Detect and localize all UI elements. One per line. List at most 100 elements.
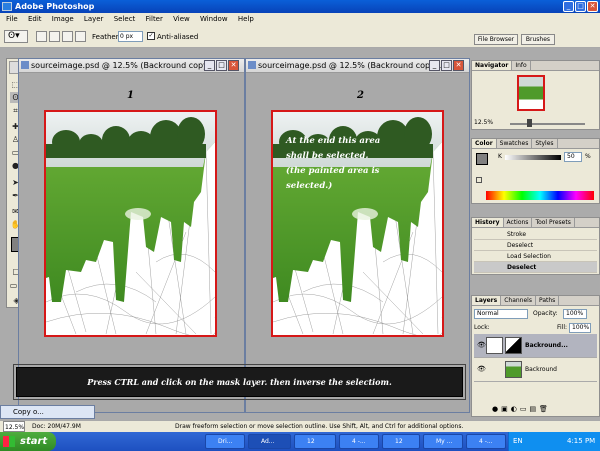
zoom-slider-thumb[interactable]	[527, 119, 532, 127]
annotation-line-4: selected.)	[286, 180, 332, 191]
layer-thumbnail	[505, 361, 522, 378]
color-tabs: Color Swatches Styles	[472, 139, 599, 149]
history-item[interactable]: Load Selection	[474, 251, 597, 262]
tab-paths[interactable]: Paths	[536, 296, 560, 305]
navigator-tabs: Navigator Info	[472, 61, 599, 71]
color-panel: Color Swatches Styles K 50 %	[471, 138, 600, 204]
tab-styles[interactable]: Styles	[532, 139, 558, 148]
app-title: Adobe Photoshop	[15, 2, 95, 11]
step-number-1: 1	[127, 90, 134, 101]
doc2-close-button[interactable]: ✕	[453, 60, 464, 71]
doc2-minimize-button[interactable]: _	[429, 60, 440, 71]
tab-actions[interactable]: Actions	[504, 218, 533, 227]
taskbar: start Dri... Ad... 12 4 -... 12 My ... 4…	[0, 432, 600, 451]
doc1-close-button[interactable]: ✕	[228, 60, 239, 71]
instruction-banner: Press CTRL and click on the mask layer. …	[13, 364, 466, 400]
menu-file[interactable]: File	[6, 15, 18, 23]
opacity-label: Opacity:	[533, 310, 558, 317]
intersect-selection-icon[interactable]	[75, 31, 86, 42]
menu-view[interactable]: View	[173, 15, 190, 23]
step-number-2: 2	[357, 90, 364, 101]
fill-field[interactable]: 100%	[569, 323, 591, 333]
fg-color-swatch[interactable]	[476, 153, 488, 165]
navigator-thumbnail[interactable]	[517, 75, 545, 111]
layer-mask-thumbnail[interactable]	[505, 337, 522, 354]
eye-icon[interactable]: 👁	[477, 365, 486, 373]
menu-bar: File Edit Image Layer Select Filter View…	[0, 13, 600, 26]
menu-layer[interactable]: Layer	[84, 15, 104, 23]
color-ramp[interactable]	[486, 191, 594, 200]
tab-layers[interactable]: Layers	[472, 296, 502, 305]
zoom-slider[interactable]	[510, 123, 585, 125]
zoom-field[interactable]: 12.5%	[3, 421, 25, 432]
antialias-label: Anti-aliased	[157, 33, 199, 41]
doc2-maximize-button[interactable]: □	[441, 60, 452, 71]
history-item[interactable]: Stroke	[474, 229, 597, 240]
fill-label: Fill:	[557, 324, 568, 331]
task-button[interactable]: 4 -...	[339, 434, 379, 449]
tab-info[interactable]: Info	[512, 61, 531, 70]
canvas-1-image	[46, 112, 215, 335]
layer-row[interactable]: Backround	[474, 358, 597, 382]
canvas-2-image: At the end this area shall be selected. …	[273, 112, 442, 335]
language-indicator[interactable]: EN	[513, 432, 523, 451]
subtract-selection-icon[interactable]	[62, 31, 73, 42]
lasso-preset-icon[interactable]: ʘ▾	[4, 30, 28, 43]
restore-button[interactable]: □	[575, 1, 586, 12]
file-browser-button[interactable]: File Browser	[474, 34, 518, 45]
doc1-minimize-button[interactable]: _	[204, 60, 215, 71]
navigator-zoom[interactable]: 12.5%	[474, 119, 493, 126]
tab-tool-presets[interactable]: Tool Presets	[532, 218, 575, 227]
task-button-active[interactable]: Ad...	[248, 434, 291, 449]
clock: 4:15 PM	[567, 437, 596, 445]
screen-mode-standard-icon[interactable]: ▭	[9, 280, 18, 291]
history-panel: History Actions Tool Presets Stroke Desele…	[471, 217, 600, 275]
task-button[interactable]: Dri...	[205, 434, 245, 449]
menu-select[interactable]: Select	[114, 15, 136, 23]
feather-label: Feather:	[92, 33, 121, 41]
task-button[interactable]: 12	[294, 434, 336, 449]
windows-logo-icon	[3, 436, 15, 447]
status-hint: Draw freeform selection or move selectio…	[175, 423, 464, 430]
tab-channels[interactable]: Channels	[501, 296, 536, 305]
new-selection-icon[interactable]	[36, 31, 47, 42]
layer-actions-icons[interactable]: ●▣◐▭▤🗑	[492, 405, 551, 413]
tab-color[interactable]: Color	[472, 139, 497, 148]
menu-help[interactable]: Help	[238, 15, 254, 23]
menu-edit[interactable]: Edit	[28, 15, 42, 23]
tab-swatches[interactable]: Swatches	[497, 139, 533, 148]
minimize-button[interactable]: _	[563, 1, 574, 12]
history-item-selected[interactable]: Deselect	[474, 262, 597, 273]
k-value-field[interactable]: 50	[564, 152, 582, 162]
task-button[interactable]: 4 -...	[466, 434, 506, 449]
k-slider[interactable]	[505, 155, 561, 160]
menu-image[interactable]: Image	[52, 15, 74, 23]
eye-icon[interactable]: 👁	[477, 341, 486, 349]
task-button[interactable]: My ...	[423, 434, 463, 449]
canvas-2[interactable]: At the end this area shall be selected. …	[271, 110, 444, 337]
blend-mode-select[interactable]: Normal	[474, 309, 528, 319]
canvas-1[interactable]	[44, 110, 217, 337]
doc-size: Doc: 20M/47.9M	[32, 423, 81, 430]
brushes-button[interactable]: Brushes	[521, 34, 555, 45]
close-button[interactable]: ✕	[587, 1, 598, 12]
opacity-field[interactable]: 100%	[563, 309, 587, 319]
document-icon	[21, 61, 29, 69]
menu-window[interactable]: Window	[200, 15, 228, 23]
channel-label: K	[498, 153, 502, 160]
tab-navigator[interactable]: Navigator	[472, 61, 513, 70]
history-item[interactable]: Deselect	[474, 240, 597, 251]
app-title-bar: Adobe Photoshop	[0, 0, 600, 13]
minimized-document[interactable]: Copy o...	[0, 405, 95, 419]
document-window-1: sourceimage.psd @ 12.5% (Backround copy.…	[18, 58, 245, 413]
doc1-maximize-button[interactable]: □	[216, 60, 227, 71]
document-icon	[248, 61, 256, 69]
k-unit: %	[585, 153, 591, 160]
menu-filter[interactable]: Filter	[146, 15, 163, 23]
add-selection-icon[interactable]	[49, 31, 60, 42]
annotation-line-1: At the end this area	[285, 136, 380, 146]
task-button[interactable]: 12	[382, 434, 420, 449]
antialias-checkbox[interactable]: ✓	[147, 32, 155, 40]
feather-input[interactable]: 0 px	[118, 31, 143, 42]
tab-history[interactable]: History	[472, 218, 504, 227]
